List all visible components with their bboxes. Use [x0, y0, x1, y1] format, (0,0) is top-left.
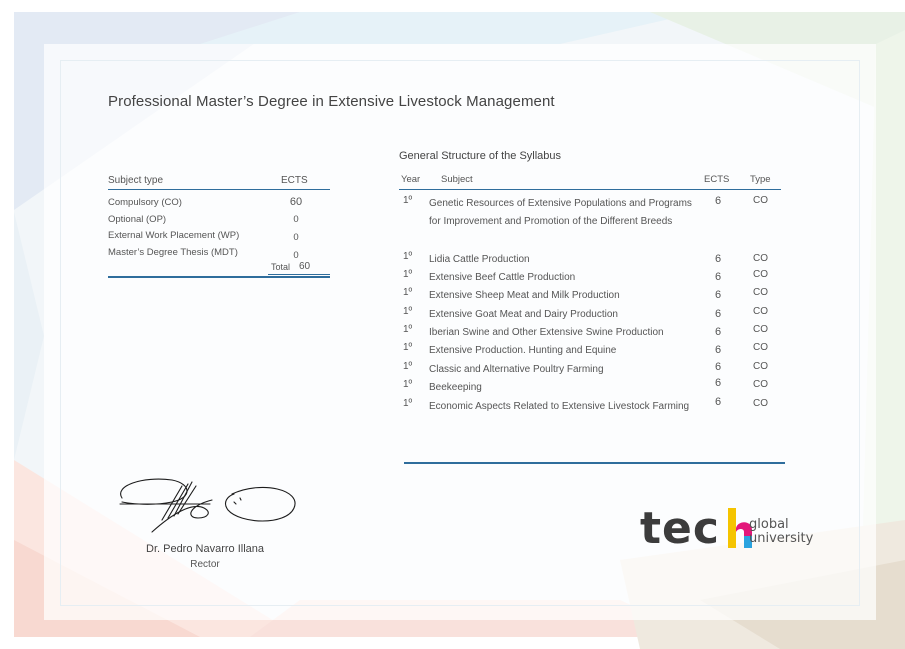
row-type: CO — [753, 342, 768, 353]
row-type: CO — [753, 195, 768, 206]
summary-label: Optional (OP) — [108, 213, 167, 225]
row-subject: Extensive Production. Hunting and Equine — [429, 345, 617, 356]
row-ects: 6 — [714, 308, 722, 320]
row-subject: Extensive Sheep Meat and Milk Production — [429, 290, 620, 301]
row-ects: 6 — [714, 289, 722, 301]
row-year: 1º — [403, 287, 413, 298]
row-type: CO — [753, 361, 768, 372]
row-type: CO — [753, 253, 768, 264]
document-title: Professional Master’s Degree in Extensiv… — [108, 93, 555, 110]
row-ects: 6 — [714, 396, 722, 408]
row-subject: Beekeeping — [429, 382, 482, 393]
header-ects: ECTS — [704, 174, 730, 185]
summary-bottom-rule — [108, 276, 330, 278]
row-subject: Extensive Beef Cattle Production — [429, 272, 576, 283]
summary-row: Optional (OP) 0 — [108, 211, 330, 228]
header-type: Type — [750, 174, 771, 185]
total-value: 60 — [299, 261, 311, 272]
ects-summary-table: Subject type ECTS Compulsory (CO) 60 Opt… — [108, 174, 330, 278]
row-subject: Classic and Alternative Poultry Farming — [429, 364, 604, 375]
signatory-name: Dr. Pedro Navarro Illana — [146, 543, 264, 555]
row-year: 1º — [403, 342, 413, 353]
row-subject: Extensive Goat Meat and Dairy Production — [429, 309, 618, 320]
syllabus-table: Year Subject ECTS Type 1º Genetic Resour… — [399, 172, 785, 464]
row-subject: Economic Aspects Related to Extensive Li… — [429, 401, 690, 412]
header-subject-type: Subject type — [108, 175, 164, 186]
row-year: 1º — [403, 269, 413, 280]
row-subject: Iberian Swine and Other Extensive Swine … — [429, 327, 664, 338]
handwritten-signature-icon — [119, 478, 296, 533]
logo-line-university: university — [749, 531, 814, 546]
syllabus-title: General Structure of the Syllabus — [399, 150, 562, 162]
row-type: CO — [753, 287, 768, 298]
summary-ects: 0 — [293, 232, 299, 243]
summary-label: External Work Placement (WP) — [108, 230, 240, 241]
row-ects: 6 — [714, 326, 722, 338]
row-type: CO — [753, 379, 768, 390]
row-year: 1º — [403, 195, 413, 206]
row-type: CO — [753, 269, 768, 280]
logo-line-global: global — [749, 517, 789, 532]
row-year: 1º — [403, 398, 413, 409]
header-year: Year — [401, 174, 421, 185]
row-type: CO — [753, 398, 768, 409]
row-year: 1º — [403, 361, 413, 372]
summary-ects: 0 — [293, 213, 299, 225]
row-year: 1º — [403, 324, 413, 335]
row-year: 1º — [403, 251, 413, 262]
row-subject: Lidia Cattle Production — [429, 254, 530, 265]
row-ects: 6 — [714, 361, 722, 373]
signatory-role: Rector — [190, 559, 220, 570]
row-ects: 6 — [714, 195, 722, 207]
total-label: Total — [271, 262, 291, 272]
summary-row: External Work Placement (WP) 0 — [108, 227, 330, 244]
summary-label: Master’s Degree Thesis (MDT) — [108, 246, 238, 258]
summary-row: Master’s Degree Thesis (MDT) 0 — [108, 244, 330, 261]
row-type: CO — [753, 306, 768, 317]
row-ects: 6 — [714, 253, 722, 265]
header-ects: ECTS — [281, 175, 308, 186]
logo-wordmark: tec — [640, 503, 720, 554]
row-year: 1º — [403, 306, 413, 317]
logo-tagline: global university — [749, 518, 813, 546]
row-year: 1º — [403, 379, 413, 390]
summary-header: Subject type ECTS — [108, 174, 330, 190]
row-ects: 6 — [714, 271, 722, 283]
summary-label: Compulsory (CO) — [108, 197, 182, 208]
row-type: CO — [753, 324, 768, 335]
row-ects: 6 — [714, 344, 722, 356]
syllabus-header: Year Subject ECTS Type — [399, 172, 781, 190]
summary-row: Compulsory (CO) 60 — [108, 194, 330, 211]
row-ects: 6 — [714, 377, 722, 389]
row-subject: Genetic Resources of Extensive Populatio… — [429, 198, 692, 228]
summary-ects: 0 — [293, 249, 299, 261]
summary-ects: 60 — [289, 196, 303, 208]
syllabus-bottom-rule — [404, 462, 785, 464]
header-subject: Subject — [441, 174, 473, 185]
summary-total-row: Total 60 — [108, 260, 330, 276]
